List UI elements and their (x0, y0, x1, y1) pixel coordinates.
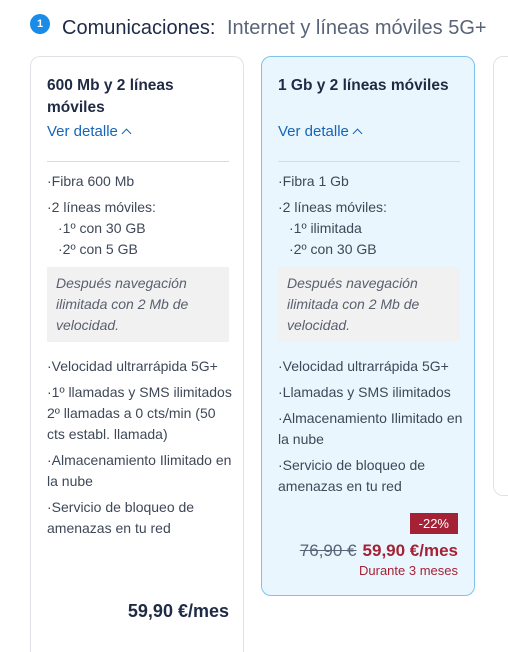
chevron-up-icon (121, 128, 132, 139)
section-subheading: Internet y líneas móviles 5G+ (226, 17, 487, 39)
feature-item: ·Velocidad ultrarrápida 5G+ (278, 358, 449, 374)
new-price: 59,90 €/mes (362, 541, 458, 560)
view-detail-label: Ver detalle (278, 123, 349, 140)
plan-title: 600 Mb y 2 líneas móviles (47, 77, 174, 116)
old-price: 76,90 € (299, 541, 357, 560)
feature-item: ·2 líneas móviles: (278, 199, 387, 215)
line-item: ·1º ilimitada (289, 220, 362, 236)
plan-card-1gb[interactable]: 1 Gb y 2 líneas móviles Ver detalle ·Fib… (261, 56, 475, 596)
plan-price: 59,90 €/mes (127, 601, 229, 621)
view-detail-link[interactable]: Ver detalle (47, 123, 132, 140)
feature-item: ·Fibra 600 Mb (47, 173, 135, 189)
feature-item: ·2 líneas móviles: (47, 199, 156, 215)
navigation-note: Después navegación ilimitada con 2 Mb de… (278, 267, 460, 342)
section-title: Comunicaciones: Internet y líneas móvile… (62, 15, 487, 41)
discount-badge: -22% (409, 513, 458, 534)
promo-duration: Durante 3 meses (359, 563, 458, 578)
line-item: ·2º con 5 GB (58, 241, 138, 257)
line-item: ·1º con 30 GB (58, 220, 146, 236)
plan-features: ·Fibra 1 Gb ·2 líneas móviles: ·1º ilimi… (278, 171, 463, 502)
feature-item: ·Velocidad ultrarrápida 5G+ (47, 358, 218, 374)
feature-item: ·Servicio de bloqueo de amenazas en tu r… (47, 499, 195, 536)
section-heading: Comunicaciones: (62, 17, 216, 39)
feature-item: ·Almacenamiento Ilimitado en la nube (278, 410, 463, 447)
chevron-up-icon (352, 128, 363, 139)
view-detail-link[interactable]: Ver detalle (278, 123, 363, 140)
feature-item: ·Fibra 1 Gb (278, 173, 349, 189)
divider (278, 161, 460, 162)
feature-item: ·Almacenamiento Ilimitado en la nube (47, 452, 232, 489)
line-item: ·2º con 30 GB (289, 241, 377, 257)
step-number-badge: 1 (30, 14, 50, 34)
navigation-note: Después navegación ilimitada con 2 Mb de… (47, 267, 229, 342)
plan-features: ·Fibra 600 Mb ·2 líneas móviles: ·1º con… (47, 171, 232, 544)
price-row: 76,90 € 59,90 €/mes (300, 541, 458, 561)
plan-card-600mb[interactable]: 600 Mb y 2 líneas móviles Ver detalle ·F… (30, 56, 244, 652)
feature-item: ·Llamadas y SMS ilimitados (278, 384, 451, 400)
plan-title: 1 Gb y 2 líneas móviles (278, 77, 449, 94)
divider (47, 161, 229, 162)
feature-item: ·Servicio de bloqueo de amenazas en tu r… (278, 457, 426, 494)
view-detail-label: Ver detalle (47, 123, 118, 140)
plan-card-partial[interactable] (493, 56, 508, 496)
feature-item: ·1º llamadas y SMS ilimitados 2º llamada… (47, 384, 232, 442)
